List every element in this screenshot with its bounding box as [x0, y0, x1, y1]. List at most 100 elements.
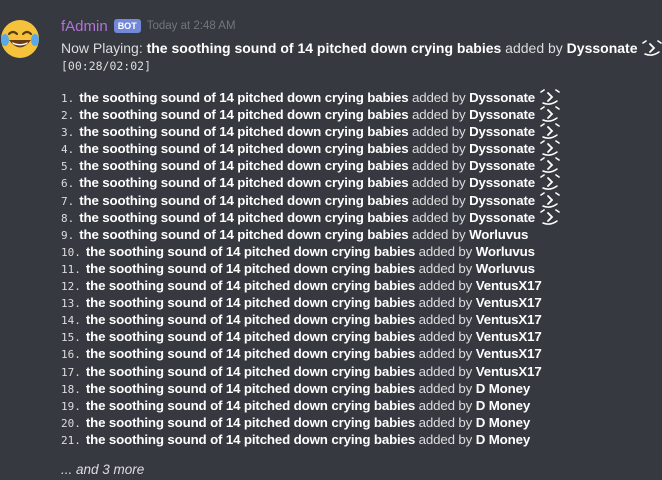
- queue-item-title: the soothing sound of 14 pitched down cr…: [85, 243, 416, 259]
- queue-item-title: the soothing sound of 14 pitched down cr…: [79, 192, 409, 208]
- queue-item-title: the soothing sound of 14 pitched down cr…: [85, 380, 416, 396]
- queue-item: 11. the soothing sound of 14 pitched down…: [61, 260, 561, 277]
- queue-item-title: the soothing sound of 14 pitched down cr…: [79, 107, 409, 123]
- queue-item-title: the soothing sound of 14 pitched down cr…: [85, 431, 416, 447]
- queue-item-user: Dyssonate: [469, 209, 535, 225]
- queue-item-title: the soothing sound of 14 pitched down cr…: [85, 278, 416, 294]
- queue-item-user: Dyssonate: [469, 107, 535, 123]
- playback-progress: [00:28/02:02]: [61, 59, 152, 73]
- queue-item-user: VentusX17: [475, 329, 542, 345]
- queue-item-title: the soothing sound of 14 pitched down cr…: [85, 414, 416, 430]
- queue-item-number: 10.: [61, 245, 81, 259]
- queue-item-number: 4.: [61, 143, 75, 157]
- queue-item-number: 16.: [61, 348, 81, 362]
- queue-item-added-by: added by: [412, 158, 466, 174]
- queue-item: 19. the soothing sound of 14 pitched down…: [61, 397, 561, 414]
- queue-item-title: the soothing sound of 14 pitched down cr…: [79, 141, 409, 157]
- queue-item-added-by: added by: [412, 175, 466, 191]
- queue-item-added-by: added by: [412, 124, 466, 140]
- smirk-face-emote-icon: [539, 208, 561, 225]
- queue-item-number: 9.: [61, 228, 75, 242]
- queue-item-number: 21.: [61, 433, 81, 447]
- smirk-face-emote-icon: [539, 123, 561, 140]
- queue-item-user: VentusX17: [475, 312, 542, 328]
- queue-item-added-by: added by: [418, 260, 473, 276]
- queue-item-number: 3.: [61, 126, 75, 140]
- now-playing-title: the soothing sound of 14 pitched down cr…: [146, 40, 502, 56]
- queue-item-added-by: added by: [418, 363, 473, 379]
- queue-item: 16. the soothing sound of 14 pitched down…: [61, 345, 561, 362]
- queue-item-title: the soothing sound of 14 pitched down cr…: [85, 363, 416, 379]
- queue-item: 12. the soothing sound of 14 pitched down…: [61, 277, 561, 294]
- smirk-face-emote-icon: [539, 157, 561, 174]
- queue-item: 8. the soothing sound of 14 pitched down …: [61, 208, 561, 226]
- queue-item-number: 7.: [61, 194, 75, 208]
- smirk-face-emote-icon: [539, 174, 561, 191]
- message-header: fAdmin BOT Today at 2:48 AM: [61, 15, 236, 37]
- queue-item: 20. the soothing sound of 14 pitched down…: [61, 414, 561, 431]
- queue-item-user: Dyssonate: [469, 90, 535, 105]
- queue-item-added-by: added by: [412, 209, 466, 225]
- smirk-face-emote-icon: [539, 89, 561, 105]
- queue-item-added-by: added by: [418, 329, 473, 345]
- laughing-crying-emoji-icon: [1, 20, 39, 58]
- now-playing-added-by: added by: [505, 40, 563, 56]
- queue-item-number: 2.: [61, 109, 75, 123]
- queue-item-user: VentusX17: [475, 346, 542, 362]
- queue-item-added-by: added by: [418, 380, 473, 396]
- queue-item-user: D Money: [475, 414, 531, 430]
- message-timestamp: Today at 2:48 AM: [146, 20, 236, 32]
- now-playing-label: Now Playing:: [61, 40, 143, 56]
- queue-item-number: 11.: [61, 262, 81, 276]
- queue-list: 1. the soothing sound of 14 pitched down …: [61, 89, 561, 448]
- queue-item: 17. the soothing sound of 14 pitched down…: [61, 363, 561, 380]
- queue-item-title: the soothing sound of 14 pitched down cr…: [79, 124, 409, 140]
- queue-item: 18. the soothing sound of 14 pitched down…: [61, 380, 561, 397]
- author-name[interactable]: fAdmin: [61, 18, 108, 35]
- queue-item: 1. the soothing sound of 14 pitched down …: [61, 89, 561, 106]
- queue-item: 14. the soothing sound of 14 pitched down…: [61, 311, 561, 328]
- queue-item-user: Worluvus: [475, 243, 535, 259]
- avatar[interactable]: [0, 19, 40, 59]
- queue-item: 3. the soothing sound of 14 pitched down …: [61, 123, 561, 140]
- queue-item-number: 6.: [61, 177, 75, 191]
- queue-item-title: the soothing sound of 14 pitched down cr…: [85, 312, 416, 328]
- queue-item-number: 14.: [61, 314, 81, 328]
- queue-item-added-by: added by: [412, 141, 466, 157]
- queue-item-title: the soothing sound of 14 pitched down cr…: [79, 90, 409, 105]
- queue-item-number: 12.: [61, 280, 81, 294]
- queue-item-title: the soothing sound of 14 pitched down cr…: [85, 346, 416, 362]
- queue-item-added-by: added by: [418, 243, 473, 259]
- queue-item-user: D Money: [475, 431, 531, 447]
- queue-item-added-by: added by: [412, 226, 466, 242]
- queue-item-number: 5.: [61, 160, 75, 174]
- queue-item-number: 20.: [61, 416, 81, 430]
- queue-item-user: Dyssonate: [469, 124, 535, 140]
- queue-item-number: 17.: [61, 365, 81, 379]
- now-playing-user: Dyssonate: [566, 40, 638, 56]
- queue-item-title: the soothing sound of 14 pitched down cr…: [85, 295, 416, 311]
- queue-item-number: 15.: [61, 331, 81, 345]
- queue-item-title: the soothing sound of 14 pitched down cr…: [79, 158, 409, 174]
- smirk-face-emote-icon: [539, 191, 561, 208]
- queue-item-added-by: added by: [418, 295, 473, 311]
- queue-item: 5. the soothing sound of 14 pitched down …: [61, 157, 561, 174]
- queue-item-title: the soothing sound of 14 pitched down cr…: [79, 175, 409, 191]
- queue-item-title: the soothing sound of 14 pitched down cr…: [79, 226, 409, 242]
- queue-item-user: Worluvus: [475, 260, 535, 276]
- queue-item: 21. the soothing sound of 14 pitched down…: [61, 431, 561, 448]
- queue-item-added-by: added by: [418, 397, 473, 413]
- queue-item-user: Dyssonate: [469, 158, 535, 174]
- queue-item-user: D Money: [475, 380, 531, 396]
- queue-item-title: the soothing sound of 14 pitched down cr…: [79, 209, 409, 225]
- queue-item: 13. the soothing sound of 14 pitched down…: [61, 294, 561, 311]
- queue-item-user: Dyssonate: [469, 175, 535, 191]
- bot-tag: BOT: [113, 19, 141, 33]
- queue-item-added-by: added by: [418, 346, 473, 362]
- queue-item-number: 19.: [61, 399, 81, 413]
- queue-item: 7. the soothing sound of 14 pitched down …: [61, 191, 561, 209]
- queue-item-added-by: added by: [418, 278, 473, 294]
- queue-item-user: VentusX17: [475, 295, 542, 311]
- queue-item: 9. the soothing sound of 14 pitched down …: [61, 226, 561, 243]
- queue-more-text: ... and 3 more: [61, 462, 145, 477]
